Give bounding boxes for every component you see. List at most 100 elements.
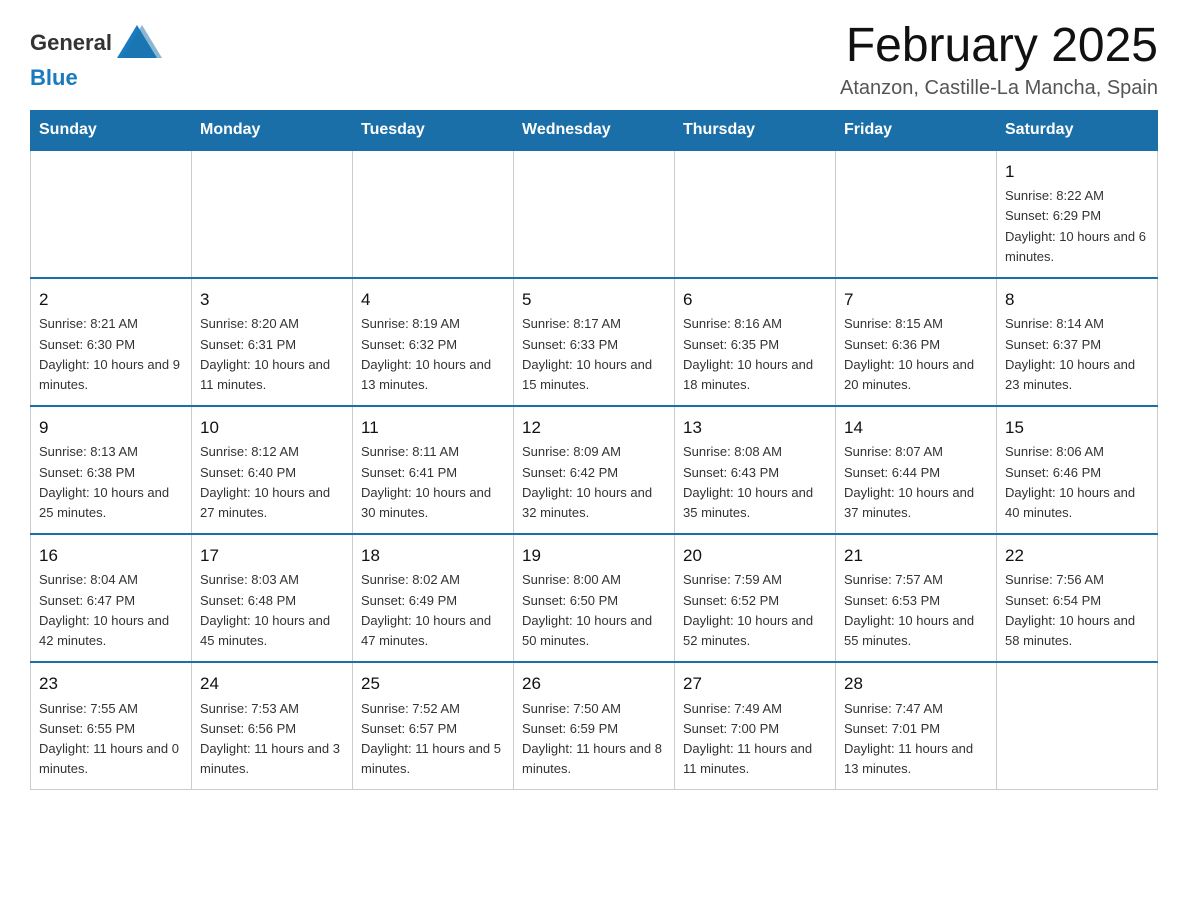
day-number: 23 [39, 671, 183, 697]
day-info: Sunrise: 8:08 AM Sunset: 6:43 PM Dayligh… [683, 442, 827, 523]
table-row: 15Sunrise: 8:06 AM Sunset: 6:46 PM Dayli… [997, 406, 1158, 534]
day-info: Sunrise: 8:02 AM Sunset: 6:49 PM Dayligh… [361, 570, 505, 651]
title-block: February 2025 Atanzon, Castille-La Manch… [840, 20, 1158, 100]
table-row: 16Sunrise: 8:04 AM Sunset: 6:47 PM Dayli… [31, 534, 192, 662]
page-header: General Blue February 2025 Atanzon, Cast… [30, 20, 1158, 100]
logo-icon [112, 20, 162, 65]
logo-blue-text: Blue [30, 65, 78, 91]
table-row: 12Sunrise: 8:09 AM Sunset: 6:42 PM Dayli… [514, 406, 675, 534]
calendar-week-row: 16Sunrise: 8:04 AM Sunset: 6:47 PM Dayli… [31, 534, 1158, 662]
day-number: 1 [1005, 159, 1149, 185]
day-number: 11 [361, 415, 505, 441]
logo: General Blue [30, 20, 162, 91]
day-number: 25 [361, 671, 505, 697]
table-row: 5Sunrise: 8:17 AM Sunset: 6:33 PM Daylig… [514, 278, 675, 406]
day-info: Sunrise: 8:04 AM Sunset: 6:47 PM Dayligh… [39, 570, 183, 651]
table-row: 4Sunrise: 8:19 AM Sunset: 6:32 PM Daylig… [353, 278, 514, 406]
table-row [514, 150, 675, 278]
table-row: 17Sunrise: 8:03 AM Sunset: 6:48 PM Dayli… [192, 534, 353, 662]
table-row: 22Sunrise: 7:56 AM Sunset: 6:54 PM Dayli… [997, 534, 1158, 662]
calendar-week-row: 1Sunrise: 8:22 AM Sunset: 6:29 PM Daylig… [31, 150, 1158, 278]
table-row: 25Sunrise: 7:52 AM Sunset: 6:57 PM Dayli… [353, 662, 514, 790]
table-row: 24Sunrise: 7:53 AM Sunset: 6:56 PM Dayli… [192, 662, 353, 790]
day-info: Sunrise: 7:52 AM Sunset: 6:57 PM Dayligh… [361, 699, 505, 780]
day-number: 18 [361, 543, 505, 569]
day-number: 12 [522, 415, 666, 441]
calendar-week-row: 2Sunrise: 8:21 AM Sunset: 6:30 PM Daylig… [31, 278, 1158, 406]
day-number: 21 [844, 543, 988, 569]
calendar-week-row: 9Sunrise: 8:13 AM Sunset: 6:38 PM Daylig… [31, 406, 1158, 534]
day-number: 15 [1005, 415, 1149, 441]
day-info: Sunrise: 8:09 AM Sunset: 6:42 PM Dayligh… [522, 442, 666, 523]
day-info: Sunrise: 8:13 AM Sunset: 6:38 PM Dayligh… [39, 442, 183, 523]
calendar-table: Sunday Monday Tuesday Wednesday Thursday… [30, 110, 1158, 790]
table-row: 11Sunrise: 8:11 AM Sunset: 6:41 PM Dayli… [353, 406, 514, 534]
table-row: 6Sunrise: 8:16 AM Sunset: 6:35 PM Daylig… [675, 278, 836, 406]
table-row: 8Sunrise: 8:14 AM Sunset: 6:37 PM Daylig… [997, 278, 1158, 406]
location-subtitle: Atanzon, Castille-La Mancha, Spain [840, 77, 1158, 100]
table-row [675, 150, 836, 278]
day-number: 2 [39, 287, 183, 313]
day-number: 13 [683, 415, 827, 441]
table-row: 19Sunrise: 8:00 AM Sunset: 6:50 PM Dayli… [514, 534, 675, 662]
table-row: 1Sunrise: 8:22 AM Sunset: 6:29 PM Daylig… [997, 150, 1158, 278]
day-info: Sunrise: 7:57 AM Sunset: 6:53 PM Dayligh… [844, 570, 988, 651]
day-info: Sunrise: 8:06 AM Sunset: 6:46 PM Dayligh… [1005, 442, 1149, 523]
table-row: 10Sunrise: 8:12 AM Sunset: 6:40 PM Dayli… [192, 406, 353, 534]
day-info: Sunrise: 8:12 AM Sunset: 6:40 PM Dayligh… [200, 442, 344, 523]
table-row: 28Sunrise: 7:47 AM Sunset: 7:01 PM Dayli… [836, 662, 997, 790]
day-info: Sunrise: 8:07 AM Sunset: 6:44 PM Dayligh… [844, 442, 988, 523]
table-row [353, 150, 514, 278]
day-info: Sunrise: 8:00 AM Sunset: 6:50 PM Dayligh… [522, 570, 666, 651]
day-info: Sunrise: 8:21 AM Sunset: 6:30 PM Dayligh… [39, 314, 183, 395]
table-row: 2Sunrise: 8:21 AM Sunset: 6:30 PM Daylig… [31, 278, 192, 406]
header-tuesday: Tuesday [353, 110, 514, 150]
table-row: 27Sunrise: 7:49 AM Sunset: 7:00 PM Dayli… [675, 662, 836, 790]
calendar-week-row: 23Sunrise: 7:55 AM Sunset: 6:55 PM Dayli… [31, 662, 1158, 790]
header-friday: Friday [836, 110, 997, 150]
table-row: 20Sunrise: 7:59 AM Sunset: 6:52 PM Dayli… [675, 534, 836, 662]
day-info: Sunrise: 8:11 AM Sunset: 6:41 PM Dayligh… [361, 442, 505, 523]
day-info: Sunrise: 8:03 AM Sunset: 6:48 PM Dayligh… [200, 570, 344, 651]
table-row [31, 150, 192, 278]
table-row [997, 662, 1158, 790]
day-number: 7 [844, 287, 988, 313]
day-info: Sunrise: 8:14 AM Sunset: 6:37 PM Dayligh… [1005, 314, 1149, 395]
day-number: 24 [200, 671, 344, 697]
day-number: 27 [683, 671, 827, 697]
day-info: Sunrise: 8:20 AM Sunset: 6:31 PM Dayligh… [200, 314, 344, 395]
table-row [836, 150, 997, 278]
header-thursday: Thursday [675, 110, 836, 150]
day-info: Sunrise: 7:55 AM Sunset: 6:55 PM Dayligh… [39, 699, 183, 780]
day-info: Sunrise: 8:17 AM Sunset: 6:33 PM Dayligh… [522, 314, 666, 395]
day-info: Sunrise: 7:53 AM Sunset: 6:56 PM Dayligh… [200, 699, 344, 780]
day-number: 14 [844, 415, 988, 441]
table-row: 18Sunrise: 8:02 AM Sunset: 6:49 PM Dayli… [353, 534, 514, 662]
table-row [192, 150, 353, 278]
table-row: 9Sunrise: 8:13 AM Sunset: 6:38 PM Daylig… [31, 406, 192, 534]
day-info: Sunrise: 7:50 AM Sunset: 6:59 PM Dayligh… [522, 699, 666, 780]
month-title: February 2025 [840, 20, 1158, 73]
day-number: 16 [39, 543, 183, 569]
day-number: 5 [522, 287, 666, 313]
day-info: Sunrise: 8:22 AM Sunset: 6:29 PM Dayligh… [1005, 186, 1149, 267]
day-info: Sunrise: 8:16 AM Sunset: 6:35 PM Dayligh… [683, 314, 827, 395]
header-saturday: Saturday [997, 110, 1158, 150]
table-row: 3Sunrise: 8:20 AM Sunset: 6:31 PM Daylig… [192, 278, 353, 406]
day-number: 17 [200, 543, 344, 569]
table-row: 7Sunrise: 8:15 AM Sunset: 6:36 PM Daylig… [836, 278, 997, 406]
table-row: 23Sunrise: 7:55 AM Sunset: 6:55 PM Dayli… [31, 662, 192, 790]
day-number: 6 [683, 287, 827, 313]
day-info: Sunrise: 7:56 AM Sunset: 6:54 PM Dayligh… [1005, 570, 1149, 651]
day-number: 26 [522, 671, 666, 697]
weekday-header-row: Sunday Monday Tuesday Wednesday Thursday… [31, 110, 1158, 150]
day-info: Sunrise: 7:47 AM Sunset: 7:01 PM Dayligh… [844, 699, 988, 780]
header-monday: Monday [192, 110, 353, 150]
day-number: 8 [1005, 287, 1149, 313]
header-wednesday: Wednesday [514, 110, 675, 150]
table-row: 26Sunrise: 7:50 AM Sunset: 6:59 PM Dayli… [514, 662, 675, 790]
table-row: 13Sunrise: 8:08 AM Sunset: 6:43 PM Dayli… [675, 406, 836, 534]
day-number: 9 [39, 415, 183, 441]
day-number: 19 [522, 543, 666, 569]
day-number: 10 [200, 415, 344, 441]
